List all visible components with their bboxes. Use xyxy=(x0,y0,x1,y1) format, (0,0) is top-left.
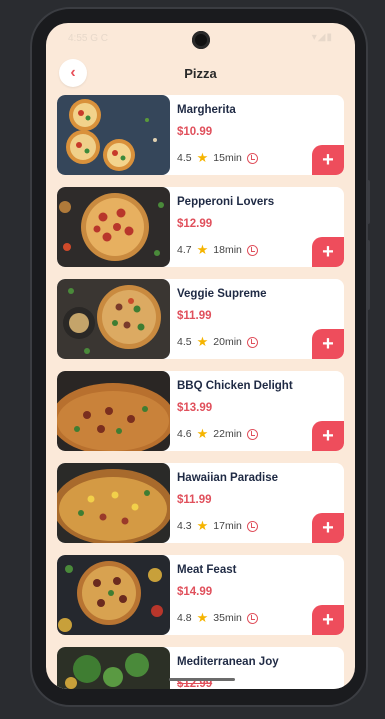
item-meta: 4.8 ★ 35min xyxy=(177,610,258,626)
item-rating: 4.5 xyxy=(177,152,192,164)
power-button xyxy=(366,240,370,310)
pizza-image xyxy=(57,187,170,267)
item-meta: 4.6 ★ 22min xyxy=(177,426,258,442)
item-name: Hawaiian Paradise xyxy=(177,472,278,484)
clock-icon xyxy=(246,152,258,164)
add-to-cart-button[interactable]: + xyxy=(312,329,344,359)
item-price: $11.99 xyxy=(177,494,212,506)
app-screen: 4:55 G C ▾◢▮ ‹ Pizza Margherita $10.99 4… xyxy=(46,23,355,689)
item-name: Pepperoni Lovers xyxy=(177,196,275,208)
pizza-image xyxy=(57,647,170,689)
add-to-cart-button[interactable]: + xyxy=(312,421,344,451)
item-meta: 4.5 ★ 20min xyxy=(177,334,258,350)
item-meta: 4.5 ★ 15min xyxy=(177,150,258,166)
pizza-image xyxy=(57,95,170,175)
item-price: $10.99 xyxy=(177,126,213,138)
star-icon: ★ xyxy=(196,518,209,533)
page-title: Pizza xyxy=(184,66,217,81)
item-time: 20min xyxy=(213,336,242,348)
add-to-cart-button[interactable]: + xyxy=(312,605,344,635)
plus-icon: + xyxy=(322,517,334,539)
item-meta: 4.7 ★ 18min xyxy=(177,242,258,258)
item-rating: 4.6 xyxy=(177,428,192,440)
list-item[interactable]: BBQ Chicken Delight $13.99 4.6 ★ 22min + xyxy=(57,371,344,451)
star-icon: ★ xyxy=(196,334,209,349)
star-icon: ★ xyxy=(196,242,209,257)
item-rating: 4.5 xyxy=(177,336,192,348)
status-time: 4:55 G C xyxy=(68,33,109,44)
item-rating: 4.7 xyxy=(177,244,192,256)
item-price: $13.99 xyxy=(177,402,213,414)
volume-button xyxy=(366,180,370,224)
front-camera xyxy=(192,31,210,49)
plus-icon: + xyxy=(322,333,334,355)
item-name: Meat Feast xyxy=(177,564,237,576)
item-rating: 4.3 xyxy=(177,520,192,532)
item-rating: 4.8 xyxy=(177,612,192,624)
plus-icon: + xyxy=(322,609,334,631)
item-meta: 4.3 ★ 17min xyxy=(177,518,258,534)
plus-icon: + xyxy=(322,241,334,263)
app-bar: ‹ Pizza xyxy=(46,59,355,89)
item-price: $11.99 xyxy=(177,310,212,322)
item-price: $14.99 xyxy=(177,586,213,598)
item-time: 35min xyxy=(213,612,242,624)
pizza-image xyxy=(57,555,170,635)
item-time: 15min xyxy=(213,152,242,164)
clock-icon xyxy=(246,428,258,440)
pizza-image xyxy=(57,371,170,451)
list-item[interactable]: Hawaiian Paradise $11.99 4.3 ★ 17min + xyxy=(57,463,344,543)
item-name: BBQ Chicken Delight xyxy=(177,380,293,392)
clock-icon xyxy=(246,244,258,256)
star-icon: ★ xyxy=(196,150,209,165)
item-name: Margherita xyxy=(177,104,236,116)
clock-icon xyxy=(246,520,258,532)
clock-icon xyxy=(246,612,258,624)
list-item[interactable]: Veggie Supreme $11.99 4.5 ★ 20min + xyxy=(57,279,344,359)
plus-icon: + xyxy=(322,149,334,171)
pizza-image xyxy=(57,463,170,543)
item-time: 22min xyxy=(213,428,242,440)
list-item[interactable]: Mediterranean Joy $12.99 xyxy=(57,647,344,689)
add-to-cart-button[interactable]: + xyxy=(312,145,344,175)
item-name: Veggie Supreme xyxy=(177,288,267,300)
plus-icon: + xyxy=(322,425,334,447)
list-item[interactable]: Meat Feast $14.99 4.8 ★ 35min + xyxy=(57,555,344,635)
status-icons: ▾◢▮ xyxy=(311,32,333,43)
list-item[interactable]: Pepperoni Lovers $12.99 4.7 ★ 18min + xyxy=(57,187,344,267)
add-to-cart-button[interactable]: + xyxy=(312,513,344,543)
item-name: Mediterranean Joy xyxy=(177,656,279,668)
star-icon: ★ xyxy=(196,426,209,441)
item-price: $12.99 xyxy=(177,218,213,230)
item-time: 17min xyxy=(213,520,242,532)
list-item[interactable]: Margherita $10.99 4.5 ★ 15min + xyxy=(57,95,344,175)
item-time: 18min xyxy=(213,244,242,256)
add-to-cart-button[interactable]: + xyxy=(312,237,344,267)
home-indicator[interactable] xyxy=(169,678,235,681)
clock-icon xyxy=(246,336,258,348)
pizza-image xyxy=(57,279,170,359)
star-icon: ★ xyxy=(196,610,209,625)
